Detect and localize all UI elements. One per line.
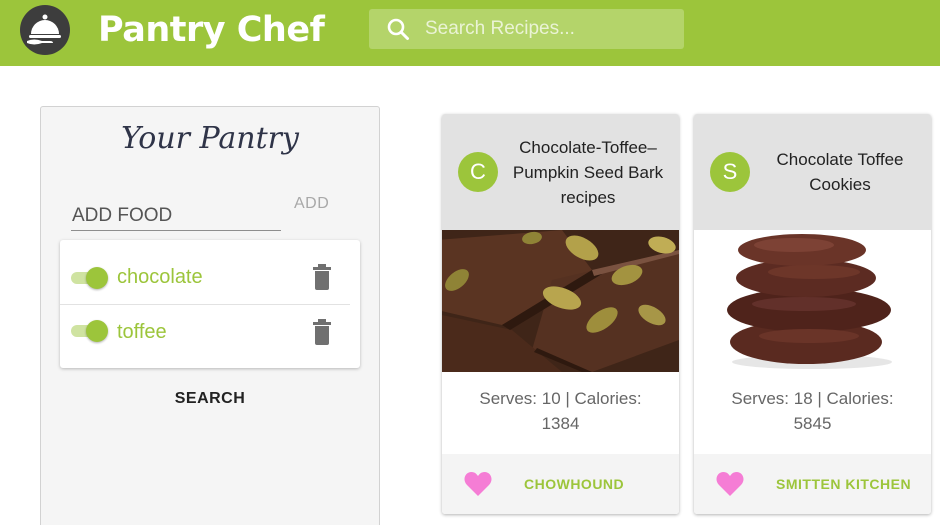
food-toggle[interactable] (71, 267, 108, 289)
trash-icon[interactable] (312, 319, 332, 345)
app-title: Pantry Chef (98, 10, 325, 50)
trash-icon[interactable] (312, 264, 332, 290)
recipe-info: Serves: 18 | Calories: 5845 (731, 389, 894, 433)
search-bar[interactable] (369, 9, 684, 49)
recipe-image (694, 230, 931, 372)
list-item: chocolate (60, 250, 360, 304)
app-header: Pantry Chef (0, 0, 940, 66)
recipe-info: Serves: 10 | Calories: 1384 (479, 389, 642, 433)
food-name: chocolate (117, 266, 203, 288)
list-item: toffee (60, 304, 350, 358)
recipe-card[interactable]: S Chocolate Toffee Cookies Serves: 18 | … (694, 114, 931, 514)
recipe-title: Chocolate Toffee Cookies (776, 150, 904, 194)
recipe-title: Chocolate-Toffee–Pumpkin Seed Bark recip… (512, 137, 664, 207)
recipe-image (442, 230, 679, 372)
card-actions: CHOWHOUND (442, 454, 679, 514)
cloche-icon[interactable] (20, 5, 70, 55)
add-button[interactable]: ADD (294, 195, 329, 213)
search-icon (387, 18, 409, 40)
pantry-panel: Your Pantry ADD chocolate toffee (40, 106, 380, 525)
pantry-title: Your Pantry (121, 121, 299, 156)
food-toggle[interactable] (71, 320, 108, 342)
avatar: S (710, 152, 750, 192)
card-header: S Chocolate Toffee Cookies (694, 114, 931, 230)
pantry-list: chocolate toffee (60, 240, 360, 368)
recipe-card[interactable]: C Chocolate-Toffee–Pumpkin Seed Bark rec… (442, 114, 679, 514)
avatar: C (458, 152, 498, 192)
source-link[interactable]: SMITTEN KITCHEN (776, 476, 911, 492)
add-food-input[interactable] (71, 201, 281, 231)
card-header: C Chocolate-Toffee–Pumpkin Seed Bark rec… (442, 114, 679, 230)
food-name: toffee (117, 321, 167, 343)
search-input[interactable] (425, 9, 675, 49)
source-link[interactable]: CHOWHOUND (524, 476, 624, 492)
heart-icon[interactable] (716, 471, 744, 497)
card-actions: SMITTEN KITCHEN (694, 454, 931, 514)
search-button[interactable]: SEARCH (41, 390, 379, 408)
heart-icon[interactable] (464, 471, 492, 497)
